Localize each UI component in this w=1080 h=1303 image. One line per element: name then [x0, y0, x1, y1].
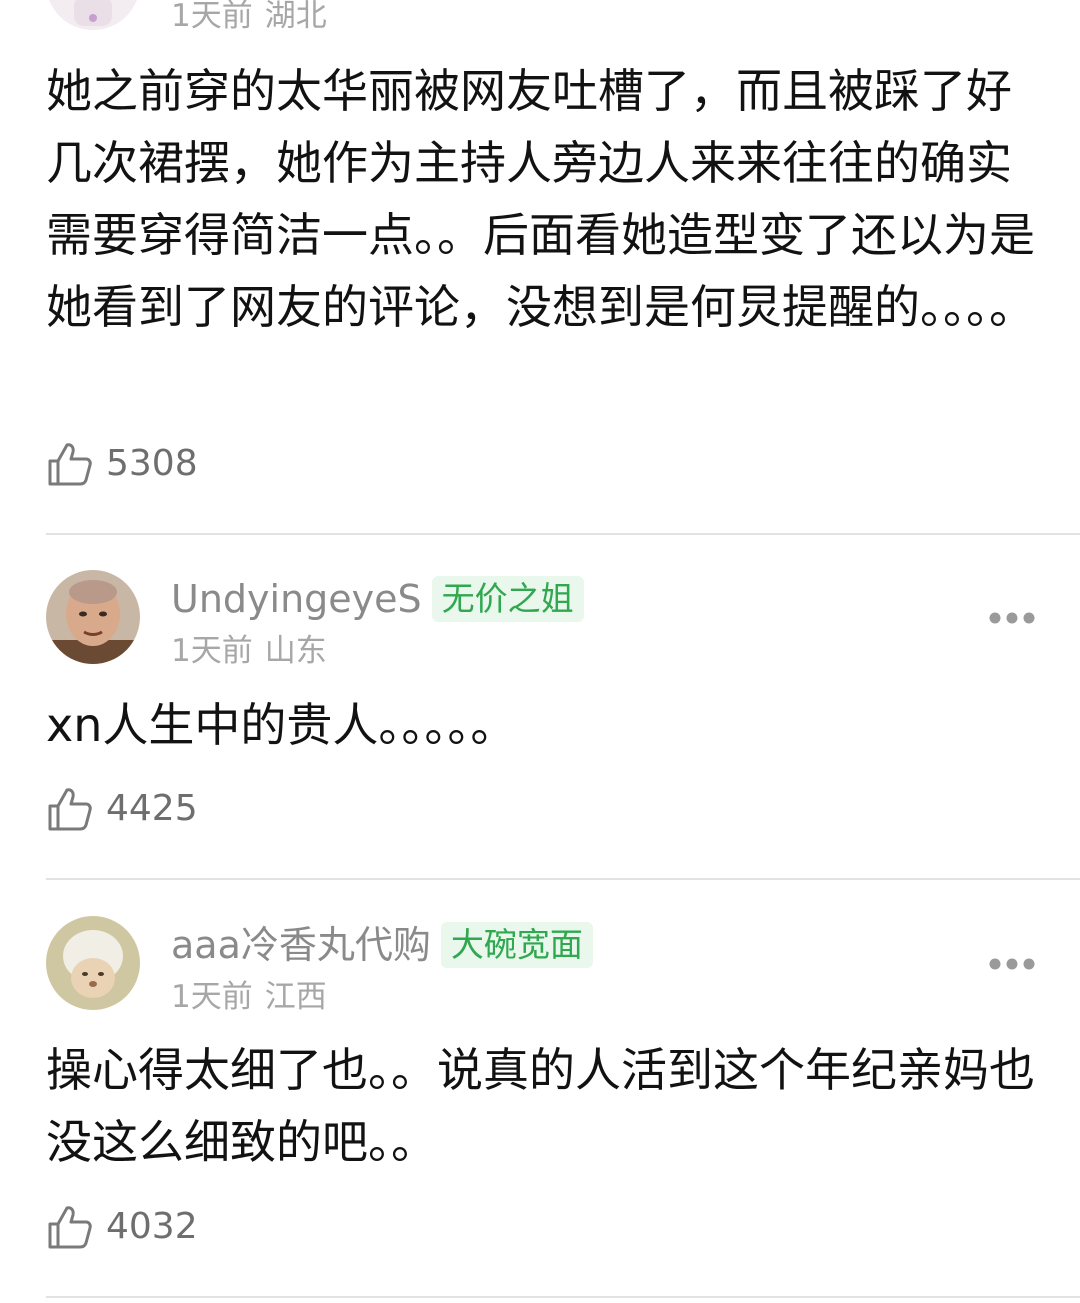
username-text: aaa冷香丸代购 [171, 923, 431, 967]
like-count: 5308 [106, 443, 198, 484]
comment-location: 湖北 [264, 0, 327, 34]
comment-text: xn人生中的贵人。。。。。 [46, 698, 517, 752]
like-count: 4425 [106, 788, 198, 829]
avatar[interactable] [46, 570, 140, 664]
user-badge: 无价之姐 [431, 576, 584, 622]
comment-text: 操心得太细了也。。说真的人活到这个年纪亲妈也没这么细致的吧。。 [46, 1043, 1035, 1169]
comment-time: 1天前 [171, 0, 253, 34]
comment-meta: 1天前 江西 [171, 978, 327, 1016]
avatar[interactable] [46, 0, 140, 30]
comment-location: 江西 [264, 979, 327, 1015]
comment-location: 山东 [264, 633, 327, 669]
comment-divider [46, 1296, 1080, 1298]
comment-text: 她之前穿的太华丽被网友吐槽了，而且被踩了好几次裙摆，她作为主持人旁边人来来往往的… [46, 64, 1035, 334]
comment-divider [46, 533, 1080, 535]
comment-time: 1天前 [171, 979, 253, 1015]
comment-meta: 1天前 湖北 [171, 0, 327, 35]
more-horizontal-icon[interactable] [988, 957, 1036, 971]
more-horizontal-icon[interactable] [988, 611, 1036, 625]
comment-username[interactable]: UndyingeyeS 无价之姐 [171, 576, 584, 622]
thumbs-up-icon [48, 1206, 92, 1249]
comment-divider [46, 878, 1080, 880]
comment-username[interactable]: aaa冷香丸代购 大碗宽面 [171, 922, 593, 968]
thumbs-up-icon [48, 443, 92, 486]
avatar[interactable] [46, 916, 140, 1010]
like-count: 4032 [106, 1206, 198, 1247]
comment-time: 1天前 [171, 633, 253, 669]
comment-meta: 1天前 山东 [171, 632, 327, 670]
thumbs-up-icon [48, 788, 92, 831]
user-badge: 大碗宽面 [440, 922, 593, 968]
username-text: UndyingeyeS [171, 577, 422, 621]
